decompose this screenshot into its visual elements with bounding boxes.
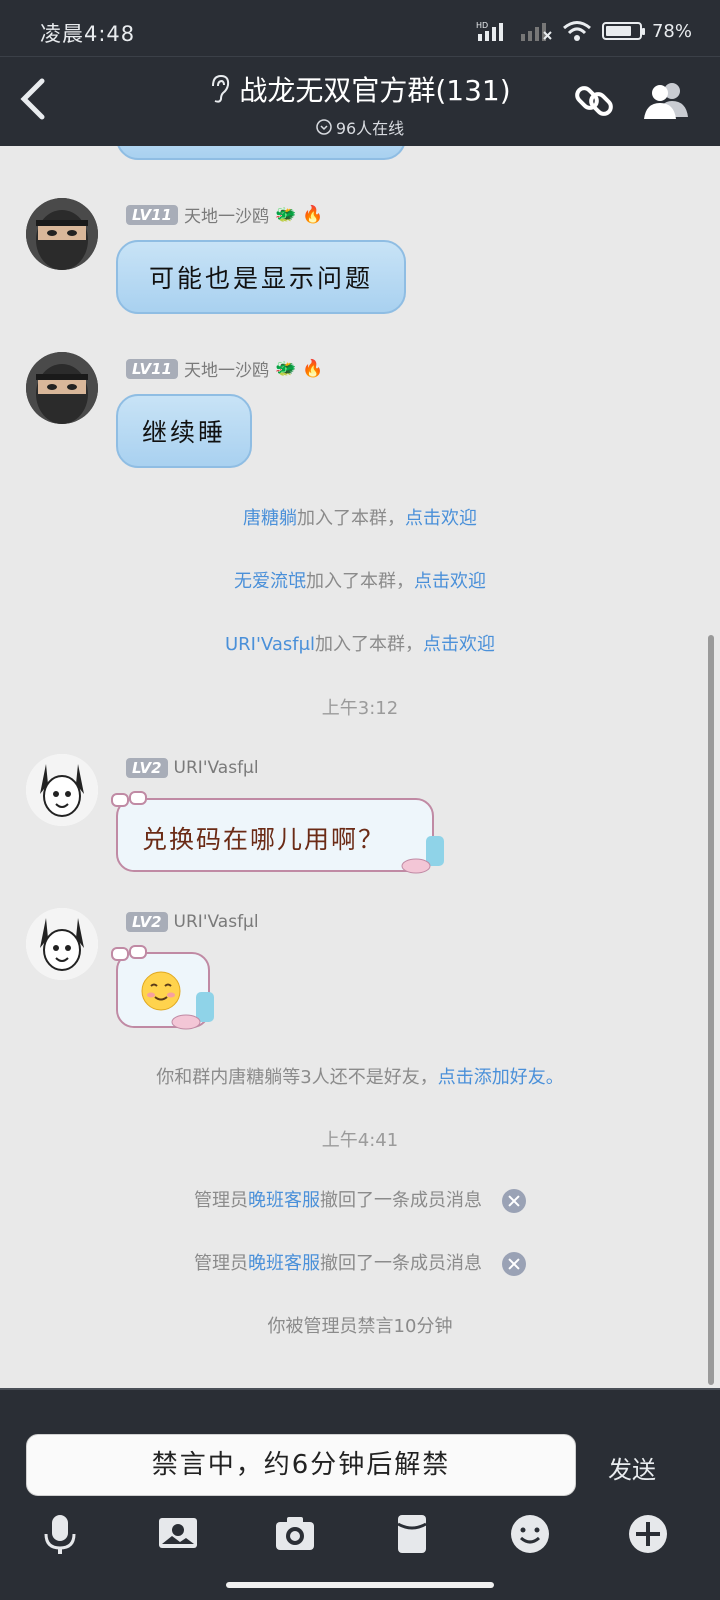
close-icon[interactable] (502, 1252, 526, 1276)
join-user-link[interactable]: 唐糖躺 (243, 508, 297, 529)
join-user-link[interactable]: 无爱流氓 (234, 571, 306, 592)
image-icon[interactable] (156, 1512, 200, 1556)
close-icon[interactable] (502, 1189, 526, 1213)
send-button[interactable]: 发送 (608, 1450, 656, 1485)
microphone-icon[interactable] (38, 1512, 82, 1556)
message-bubble[interactable]: 可能也是显示问题 (116, 240, 406, 314)
join-notice: 无爱流氓加入了本群，点击欢迎 (234, 571, 486, 592)
join-notice: URI'Vasfμl加入了本群，点击欢迎 (224, 634, 496, 655)
timestamp: 上午4:41 (321, 1130, 399, 1151)
battery-icon (601, 22, 645, 40)
join-notice: 唐糖躺加入了本群，点击欢迎 (243, 508, 477, 529)
message-input[interactable]: 禁言中，约6分钟后解禁 (26, 1434, 576, 1496)
soap-deco-icon (401, 836, 444, 874)
message-text: 可能也是显示问题 (148, 264, 373, 293)
input-bar: 禁言中，约6分钟后解禁 发送 (0, 1388, 720, 1498)
level-badge: LV11 (126, 204, 178, 225)
emoji-message-bubble[interactable] (111, 945, 214, 1030)
fire-badge-icon: 🔥 (302, 204, 324, 225)
level-badge: LV2 (126, 758, 168, 778)
message-bubble[interactable]: 继续睡 (116, 394, 252, 468)
manga-avatar-image (26, 908, 98, 980)
manga-avatar-image (26, 754, 98, 826)
welcome-link[interactable]: 点击欢迎 (405, 508, 477, 529)
avatar[interactable] (26, 352, 98, 424)
online-text: 96人在线 (335, 119, 405, 138)
welcome-link[interactable]: 点击欢迎 (414, 571, 486, 592)
goggles-deco-icon (111, 945, 147, 961)
friend-notice: 你和群内唐糖躺等3人还不是好友，点击添加好友。 (156, 1067, 564, 1088)
signal-icon: HD (476, 21, 503, 41)
chevron-down-circle-icon (316, 119, 332, 135)
ear-icon[interactable] (209, 74, 231, 104)
chat-area[interactable]: LV11 天地一沙鸥 🐲 🔥 可能也是显示问题 LV11 天地一沙鸥 🐲 🔥 继… (0, 146, 720, 1388)
svg-text:HD: HD (476, 21, 488, 30)
ninja-avatar-image (26, 352, 98, 424)
avatar[interactable] (26, 754, 98, 826)
sender-row: LV2 URI'Vasfμl (126, 912, 259, 932)
red-packet-icon[interactable] (390, 1512, 434, 1556)
timestamp: 上午3:12 (321, 698, 399, 719)
chat-toolbar (0, 1498, 720, 1570)
soap-deco-icon (171, 992, 214, 1030)
signal-off-icon (520, 23, 552, 41)
camera-icon[interactable] (273, 1512, 317, 1556)
message-text: 兑换码在哪儿用啊？ (142, 825, 386, 854)
sender-name[interactable]: 天地一沙鸥 (184, 202, 269, 227)
dragon-badge-icon: 🐲 (274, 204, 297, 225)
admin-link[interactable]: 晚班客服 (248, 1253, 320, 1274)
chat-scrollbar[interactable] (708, 635, 714, 1385)
add-friend-link[interactable]: 点击添加好友。 (438, 1067, 564, 1088)
status-time: 凌晨4:48 (40, 22, 136, 46)
system-nav-bar (0, 1570, 720, 1600)
message-text: 继续睡 (141, 418, 226, 447)
sender-name[interactable]: URI'Vasfμl (174, 912, 259, 932)
recall-notice: 管理员晚班客服撤回了一条成员消息 (0, 1249, 720, 1276)
chat-header: 战龙无双官方群(131) 96人在线 (0, 56, 720, 146)
recall-notice: 管理员晚班客服撤回了一条成员消息 (0, 1186, 720, 1213)
avatar[interactable] (26, 908, 98, 980)
avatar[interactable] (26, 198, 98, 270)
sender-row: LV11 天地一沙鸥 🐲 🔥 (126, 202, 323, 227)
status-icons: HD 78% (476, 20, 692, 42)
plus-icon[interactable] (626, 1512, 670, 1556)
share-link-icon[interactable] (570, 77, 618, 125)
group-members-icon[interactable] (642, 77, 690, 125)
sender-name[interactable]: 天地一沙鸥 (184, 356, 269, 381)
status-bar: 凌晨4:48 HD 78% (0, 0, 720, 56)
dragon-badge-icon: 🐲 (274, 358, 297, 379)
sender-row: LV11 天地一沙鸥 🐲 🔥 (126, 356, 323, 381)
level-badge: LV11 (126, 358, 178, 379)
ninja-avatar-image (26, 198, 98, 270)
battery-percent: 78% (651, 20, 692, 42)
mute-notice: 你被管理员禁言10分钟 (267, 1316, 453, 1337)
admin-link[interactable]: 晚班客服 (248, 1190, 320, 1211)
fire-badge-icon: 🔥 (302, 358, 324, 379)
sender-name[interactable]: URI'Vasfμl (174, 758, 259, 778)
join-user-link[interactable]: URI'Vasfμl (225, 634, 315, 655)
welcome-link[interactable]: 点击欢迎 (423, 634, 495, 655)
goggles-deco-icon (111, 791, 147, 807)
partial-message-bubble[interactable] (116, 146, 406, 160)
level-badge: LV2 (126, 912, 168, 932)
wifi-icon (563, 21, 591, 41)
emoji-icon[interactable] (508, 1512, 552, 1556)
message-bubble[interactable]: 兑换码在哪儿用啊？ (111, 791, 444, 874)
group-title: 战龙无双官方群(131) (239, 74, 511, 107)
home-indicator[interactable] (226, 1582, 494, 1588)
sender-row: LV2 URI'Vasfμl (126, 758, 259, 778)
